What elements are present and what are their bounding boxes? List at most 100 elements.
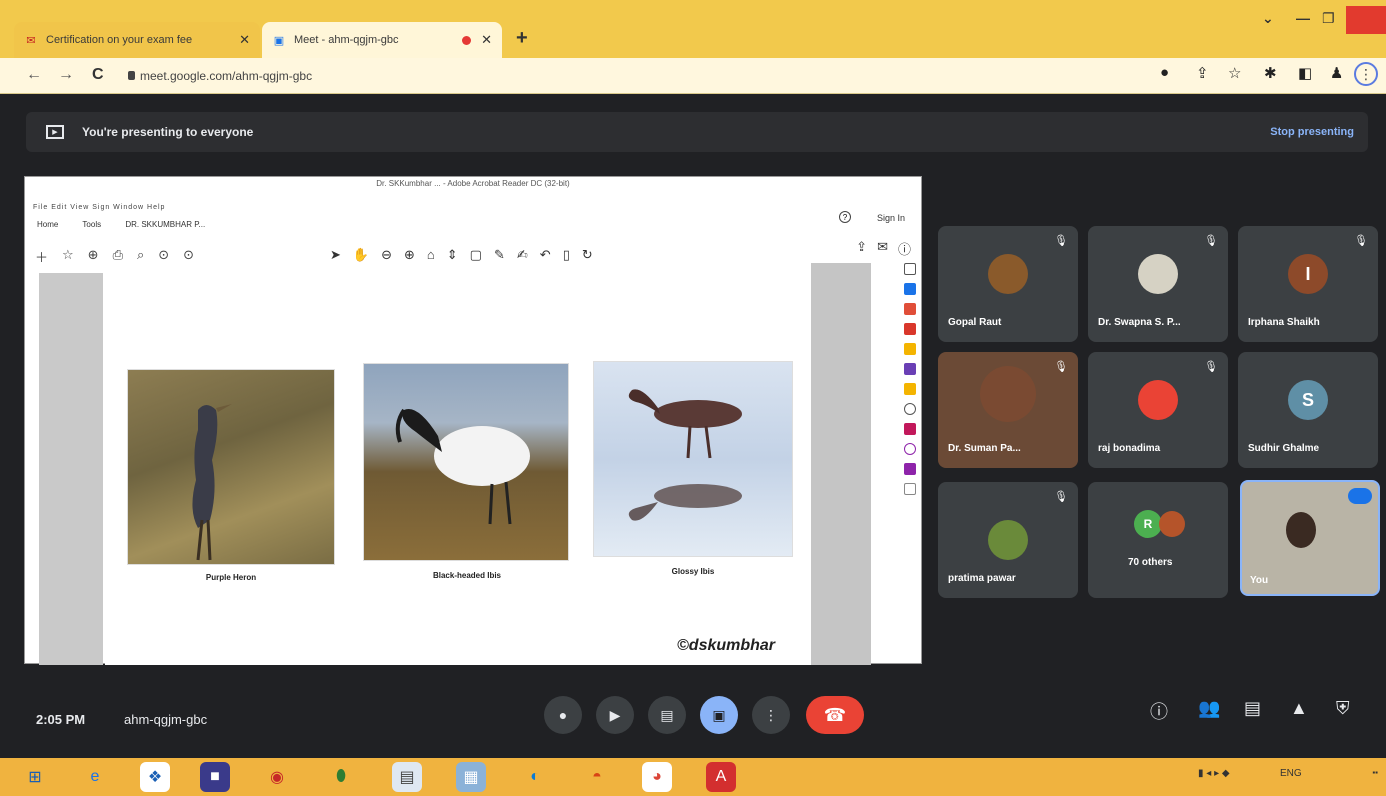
share-doc-icon[interactable]: ⇪ xyxy=(856,239,867,258)
ie-icon[interactable]: e xyxy=(80,762,110,792)
hand-icon[interactable]: ✋ xyxy=(353,247,369,263)
add-icon[interactable]: ＋ xyxy=(35,247,48,266)
self-view-tile[interactable]: You xyxy=(1240,480,1380,596)
participant-tile[interactable]: 🎙 raj bonadima xyxy=(1088,352,1228,468)
combine-icon[interactable] xyxy=(904,363,916,375)
meeting-info-icon[interactable]: ⓘ xyxy=(1150,698,1168,724)
dropbox-icon[interactable]: ❖ xyxy=(140,762,170,792)
window-close-button[interactable] xyxy=(1346,6,1386,34)
opera-icon[interactable]: ◓ xyxy=(582,762,612,792)
tab-certification[interactable]: ✉ Certification on your exam fee ✕ xyxy=(14,22,260,58)
acrobat-toolbar-2: ➤ ✋ ⊖ ⊕ ⌂ ⇕ ▢ ✎ ✍ ↶ ▯ ↻ xyxy=(330,247,593,263)
close-icon[interactable]: ✕ xyxy=(239,32,250,48)
redact-icon[interactable] xyxy=(904,403,916,415)
zoom-in-icon[interactable]: ⊕ xyxy=(404,247,415,263)
comment-tool-icon[interactable] xyxy=(904,343,916,355)
stop-presenting-button[interactable]: Stop presenting xyxy=(1270,126,1354,138)
maximize-button[interactable]: ❐ xyxy=(1322,10,1335,27)
back-button[interactable]: ← xyxy=(26,66,42,84)
sidepanel-icon[interactable]: ◧ xyxy=(1298,64,1312,82)
camera-button[interactable]: ▶ xyxy=(596,696,634,734)
new-tab-button[interactable]: + xyxy=(516,27,528,50)
help-icon[interactable]: ? xyxy=(839,211,851,223)
tab-search-icon[interactable]: ⌄ xyxy=(1262,10,1274,27)
system-tray-icons[interactable]: ▮ ◂ ▸ ◆ xyxy=(1198,768,1230,779)
undo-icon[interactable]: ↶ xyxy=(540,247,551,263)
participant-tile[interactable]: I 🎙 Irphana Shaikh xyxy=(1238,226,1378,342)
tab-home[interactable]: Home xyxy=(37,220,58,229)
host-controls-icon[interactable]: ⛨ xyxy=(1336,698,1350,719)
edit-pdf-icon[interactable] xyxy=(904,323,916,335)
phone-hangup-icon: ☎ xyxy=(823,704,847,725)
close-icon[interactable]: ✕ xyxy=(481,32,492,48)
star-icon[interactable]: ☆ xyxy=(62,247,74,266)
more-options-button[interactable]: ⋮ xyxy=(752,696,790,734)
language-indicator[interactable]: ENG xyxy=(1280,768,1302,779)
clock-icon[interactable]: ▪▪ xyxy=(1328,768,1378,777)
scan-icon[interactable] xyxy=(904,463,916,475)
info-icon[interactable]: ⓘ xyxy=(898,239,911,258)
organize-icon[interactable] xyxy=(904,383,916,395)
tab-meet[interactable]: ▣ Meet - ahm-qgjm-gbc ✕ xyxy=(262,22,502,58)
participant-tile[interactable]: 🎙 Dr. Suman Pa... xyxy=(938,352,1078,468)
chrome-icon[interactable]: ◕ xyxy=(642,762,672,792)
tab-document[interactable]: DR. SKKUMBHAR P... xyxy=(125,220,205,229)
camera-icon[interactable]: ● xyxy=(1160,64,1169,81)
right-pane xyxy=(811,263,871,665)
notepad-icon[interactable]: ▤ xyxy=(392,762,422,792)
protect-icon[interactable] xyxy=(904,423,916,435)
url-field[interactable]: meet.google.com/ahm-qgjm-gbc xyxy=(140,69,312,83)
others-tile[interactable]: R 70 others xyxy=(1088,482,1228,598)
pill-app-icon[interactable]: ⬮ xyxy=(326,762,356,792)
acrobat-icon[interactable]: A xyxy=(706,762,736,792)
watermark: ©dskumbhar xyxy=(677,637,776,654)
participant-tile[interactable]: 🎙 pratima pawar xyxy=(938,482,1078,598)
tab-tools[interactable]: Tools xyxy=(82,220,101,229)
avatar: R xyxy=(1134,510,1162,538)
chat-icon[interactable]: ▤ xyxy=(1244,698,1261,719)
caption-purple-heron: Purple Heron xyxy=(205,573,257,582)
sign-icon[interactable]: ✍ xyxy=(517,247,528,263)
file-explorer-icon[interactable]: ▦ xyxy=(456,762,486,792)
delete-icon[interactable]: ▯ xyxy=(563,247,570,263)
create-pdf-icon[interactable] xyxy=(904,303,916,315)
captions-button[interactable]: ▤ xyxy=(648,696,686,734)
comment-icon[interactable]: ▢ xyxy=(470,247,482,263)
participant-tile[interactable]: S Sudhir Ghalme xyxy=(1238,352,1378,468)
scroll-icon[interactable]: ⇕ xyxy=(447,247,458,263)
forward-button[interactable]: → xyxy=(58,66,74,84)
export-pdf-icon[interactable] xyxy=(904,283,916,295)
people-icon[interactable]: 👥 xyxy=(1198,698,1220,719)
participant-tile[interactable]: 🎙 Dr. Swapna S. P... xyxy=(1088,226,1228,342)
mic-button[interactable]: ● xyxy=(544,696,582,734)
select-icon[interactable]: ➤ xyxy=(330,247,341,263)
present-button[interactable]: ▣ xyxy=(700,696,738,734)
zoom-tool-icon[interactable] xyxy=(904,263,916,275)
firefox-icon[interactable]: ◉ xyxy=(262,762,292,792)
avatar xyxy=(1138,254,1178,294)
share-icon[interactable]: ⇪ xyxy=(1196,64,1209,82)
present-screen-icon: ▶ xyxy=(46,125,64,139)
activities-icon[interactable]: ▲ xyxy=(1290,698,1308,719)
minimize-button[interactable]: — xyxy=(1296,10,1310,26)
browser-menu-icon[interactable]: ⋮ xyxy=(1354,62,1378,86)
profile-icon[interactable]: ♟ xyxy=(1330,64,1343,82)
present-icon: ▣ xyxy=(712,706,726,723)
app-icon[interactable]: ■ xyxy=(200,762,230,792)
more-tools-icon[interactable] xyxy=(904,483,916,495)
fit-icon[interactable]: ⌂ xyxy=(427,247,435,263)
zoom-out-icon[interactable]: ⊖ xyxy=(381,247,392,263)
participant-tile[interactable]: 🎙 Gopal Raut xyxy=(938,226,1078,342)
leave-call-button[interactable]: ☎ xyxy=(806,696,864,734)
extension-icon[interactable]: ✱ xyxy=(1264,64,1277,82)
reload-button[interactable]: C xyxy=(92,66,104,84)
bookmark-star-icon[interactable]: ☆ xyxy=(1228,64,1241,82)
sign-in-button[interactable]: Sign In xyxy=(877,213,905,223)
edge-icon[interactable]: ◐ xyxy=(520,762,550,792)
pen-icon[interactable]: ✎ xyxy=(494,247,505,263)
fill-sign-icon[interactable] xyxy=(904,443,916,455)
rotate-icon[interactable]: ↻ xyxy=(582,247,593,263)
windows-start-icon[interactable]: ⊞ xyxy=(20,762,50,792)
upload-icon[interactable]: ⊕ xyxy=(88,247,99,266)
mail-doc-icon[interactable]: ✉ xyxy=(877,239,888,258)
